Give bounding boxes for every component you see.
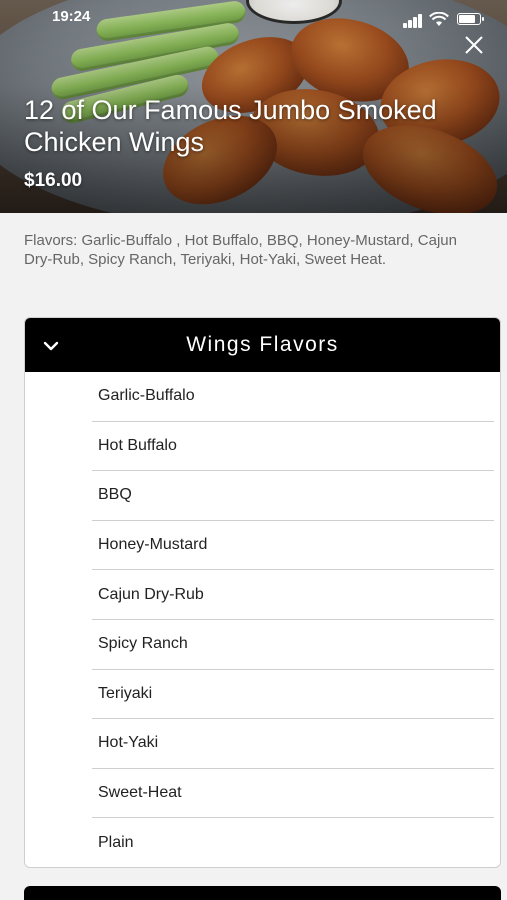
flavor-option-plain[interactable]: Plain: [92, 818, 494, 867]
battery-icon: [457, 13, 484, 25]
flavor-option-hot-yaki[interactable]: Hot-Yaki: [92, 719, 494, 769]
close-icon[interactable]: [463, 34, 485, 56]
flavor-list: Garlic-Buffalo Hot Buffalo BBQ Honey-Mus…: [25, 372, 500, 867]
status-time: 19:24: [52, 8, 91, 25]
flavor-panel-header[interactable]: Wings Flavors: [25, 318, 500, 372]
item-hero-image: 19:24 12 of Our Famous Jumbo Smoked Chic…: [0, 0, 507, 213]
item-description: Flavors: Garlic-Buffalo , Hot Buffalo, B…: [24, 232, 457, 268]
status-icons: [403, 12, 484, 28]
flavor-panel-title: Wings Flavors: [186, 333, 339, 356]
flavor-option-cajun-dry-rub[interactable]: Cajun Dry-Rub: [92, 570, 494, 620]
flavor-option-bbq[interactable]: BBQ: [92, 471, 494, 521]
flavor-option-sweet-heat[interactable]: Sweet-Heat: [92, 769, 494, 819]
flavor-option-hot-buffalo[interactable]: Hot Buffalo: [92, 422, 494, 472]
flavor-panel: Wings Flavors Garlic-Buffalo Hot Buffalo…: [24, 317, 501, 868]
next-section-header[interactable]: [24, 886, 501, 900]
flavor-option-teriyaki[interactable]: Teriyaki: [92, 670, 494, 720]
flavor-option-honey-mustard[interactable]: Honey-Mustard: [92, 521, 494, 571]
item-price: $16.00: [24, 170, 83, 191]
flavor-option-spicy-ranch[interactable]: Spicy Ranch: [92, 620, 494, 670]
flavor-option-garlic-buffalo[interactable]: Garlic-Buffalo: [92, 372, 494, 422]
item-title: 12 of Our Famous Jumbo Smoked Chicken Wi…: [24, 95, 437, 157]
wifi-icon: [429, 12, 449, 26]
chevron-down-icon[interactable]: [41, 336, 61, 356]
